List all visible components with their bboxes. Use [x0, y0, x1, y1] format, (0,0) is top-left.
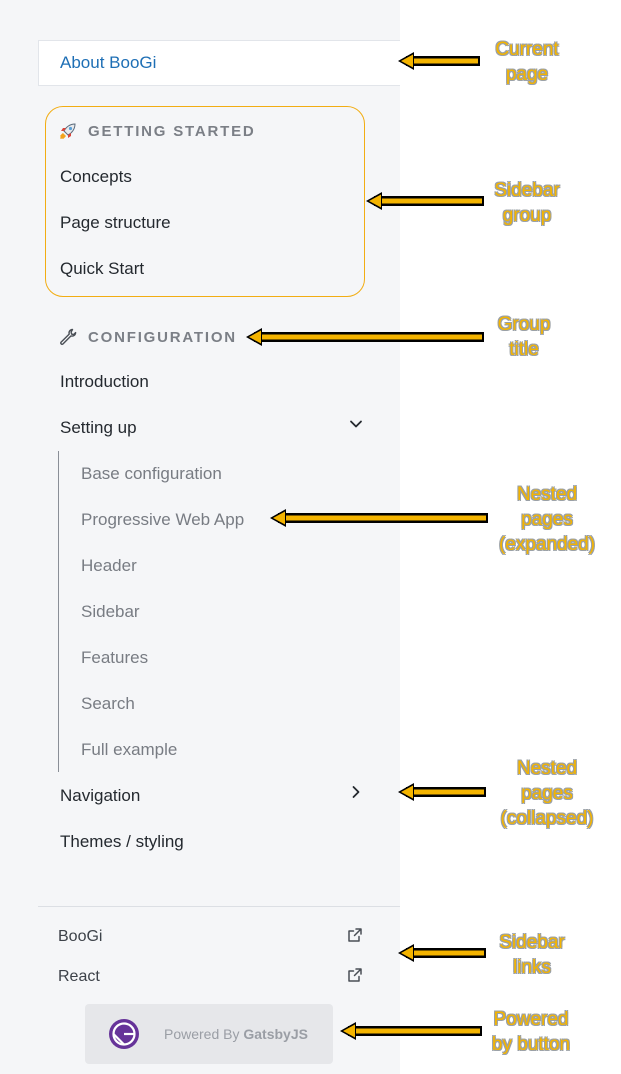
- group-title-label: GETTING STARTED: [88, 122, 256, 140]
- sidebar-link-boogi[interactable]: BooGi: [58, 925, 102, 949]
- arrow-icon: [398, 944, 486, 962]
- arrow-icon: [366, 192, 484, 210]
- powered-by-text: Powered By GatsbyJS: [164, 1026, 308, 1042]
- nested-item-header[interactable]: Header: [81, 553, 137, 579]
- sidebar-item-concepts[interactable]: Concepts: [60, 164, 132, 190]
- chevron-down-icon[interactable]: [348, 416, 364, 432]
- arrow-icon: [398, 783, 486, 801]
- nested-item-features[interactable]: Features: [81, 645, 148, 671]
- sidebar-item-navigation[interactable]: Navigation: [60, 783, 370, 809]
- gatsby-logo-icon: [109, 1019, 139, 1049]
- rocket-icon: [58, 121, 78, 141]
- sidebar: About BooGi GETTING STARTED Concepts Pag…: [0, 0, 400, 1074]
- nested-item-progressive-web-app[interactable]: Progressive Web App: [81, 507, 244, 533]
- wrench-icon: [58, 327, 78, 347]
- group-title-getting-started: GETTING STARTED: [58, 121, 256, 141]
- powered-by-button[interactable]: Powered By GatsbyJS: [85, 1004, 333, 1064]
- group-title-configuration: CONFIGURATION: [58, 327, 237, 347]
- chevron-right-icon[interactable]: [348, 784, 364, 800]
- external-link-icon[interactable]: [347, 927, 363, 943]
- annotation-nested-collapsed: Nested pages (collapsed): [500, 758, 594, 829]
- nested-item-sidebar[interactable]: Sidebar: [81, 599, 140, 625]
- external-link-icon[interactable]: [347, 967, 363, 983]
- arrow-icon: [340, 1022, 482, 1040]
- nested-item-search[interactable]: Search: [81, 691, 135, 717]
- sidebar-item-setting-up[interactable]: Setting up: [60, 415, 370, 441]
- annotation-sidebar-group: Sidebar group: [494, 180, 560, 226]
- arrow-icon: [246, 328, 484, 346]
- nested-item-base-configuration[interactable]: Base configuration: [81, 461, 222, 487]
- annotation-group-title: Group title: [497, 314, 551, 360]
- current-page-link[interactable]: About BooGi: [38, 40, 400, 86]
- annotation-sidebar-links: Sidebar links: [499, 932, 565, 978]
- powered-by-prefix: Powered By: [164, 1026, 240, 1042]
- arrow-icon: [398, 52, 480, 70]
- sidebar-item-introduction[interactable]: Introduction: [60, 369, 149, 395]
- nested-pages-line: [58, 451, 59, 772]
- annotation-nested-expanded: Nested pages (expanded): [498, 484, 596, 555]
- sidebar-item-page-structure[interactable]: Page structure: [60, 210, 171, 236]
- sidebar-item-label: Navigation: [60, 786, 141, 805]
- sidebar-link-react[interactable]: React: [58, 965, 100, 989]
- powered-by-name: GatsbyJS: [243, 1026, 308, 1042]
- annotation-current-page: Current page: [495, 39, 559, 85]
- sidebar-divider: [38, 906, 400, 907]
- arrow-icon: [270, 509, 488, 527]
- annotation-powered-by: Powered by button: [491, 1009, 571, 1055]
- sidebar-item-quick-start[interactable]: Quick Start: [60, 256, 144, 282]
- sidebar-item-label: Setting up: [60, 418, 137, 437]
- group-title-label: CONFIGURATION: [88, 328, 237, 346]
- nested-item-full-example[interactable]: Full example: [81, 737, 177, 763]
- sidebar-item-themes-styling[interactable]: Themes / styling: [60, 829, 184, 855]
- current-page-label: About BooGi: [60, 53, 157, 72]
